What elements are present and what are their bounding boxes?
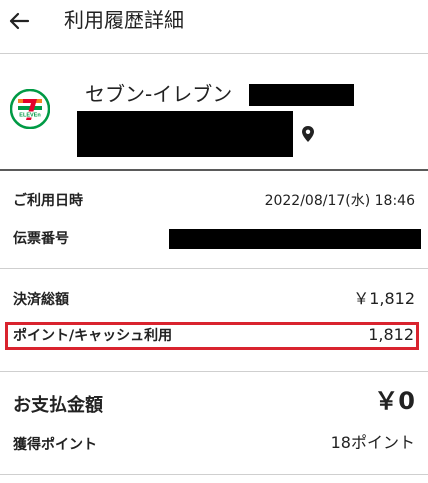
logo-text: ELEVEn	[19, 113, 41, 119]
earned-points-label: 獲得ポイント	[13, 437, 97, 453]
page-title: 利用履歴詳細	[64, 8, 184, 32]
store-divider	[0, 169, 428, 171]
payment-amount-value: ￥0	[374, 387, 415, 415]
map-pin-icon[interactable]	[301, 125, 315, 143]
header-divider	[0, 53, 428, 54]
points-cash-value: 1,812	[368, 325, 414, 344]
redacted-address	[77, 111, 293, 157]
payment-divider	[0, 371, 428, 372]
seven-eleven-logo-icon: ELEVEn	[10, 89, 50, 129]
usage-date-value: 2022/08/17(水) 18:46	[264, 193, 415, 209]
redacted-slip-number	[169, 229, 421, 249]
slip-number-label: 伝票番号	[13, 231, 69, 247]
details-divider	[0, 268, 428, 269]
earned-points-value: 18ポイント	[330, 433, 415, 452]
bottom-divider	[0, 474, 428, 475]
total-amount-label: 決済総額	[13, 292, 69, 308]
points-cash-label: ポイント/キャッシュ利用	[13, 328, 173, 344]
redacted-store-branch	[249, 84, 354, 106]
usage-date-label: ご利用日時	[13, 193, 83, 209]
total-amount-value: ￥1,812	[353, 289, 415, 308]
payment-amount-label: お支払金額	[13, 395, 103, 416]
store-name: セブン-イレブン	[85, 82, 233, 106]
back-arrow-icon[interactable]	[4, 6, 34, 36]
